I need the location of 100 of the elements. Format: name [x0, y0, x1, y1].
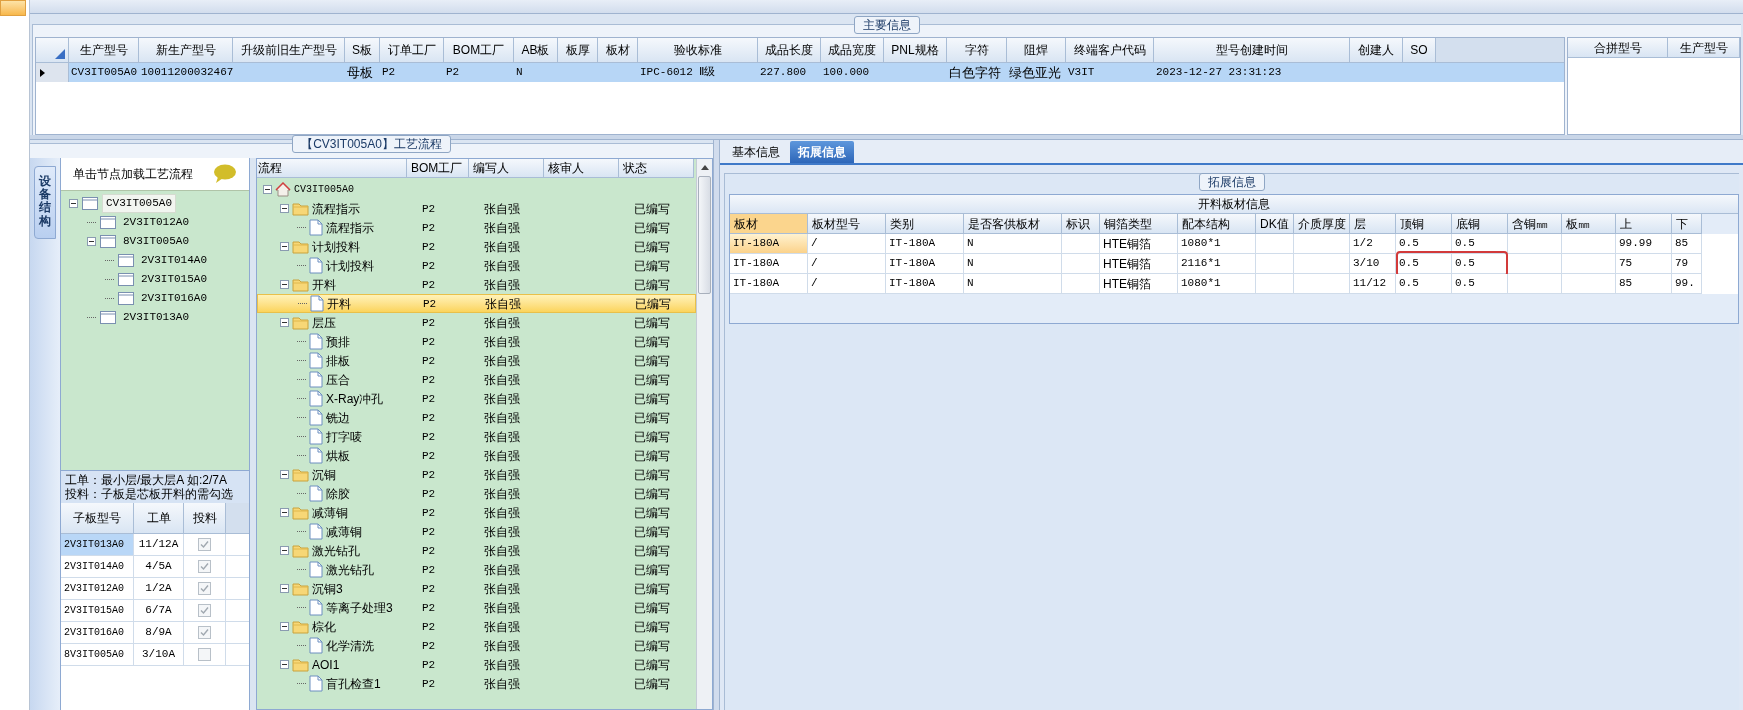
tree-row[interactable]: 开料 P2 张自强 已编写	[257, 294, 696, 313]
column-header[interactable]: DK值	[1256, 214, 1294, 234]
tree-row[interactable]: 流程指示 P2 张自强 已编写	[257, 218, 696, 237]
column-header[interactable]: PNL规格	[884, 38, 947, 63]
column-header[interactable]: 介质厚度	[1294, 214, 1350, 234]
tree-node[interactable]: 2V3IT014A0	[138, 252, 210, 269]
column-header[interactable]: S板	[345, 38, 380, 63]
collapse-icon[interactable]	[280, 318, 289, 327]
scrollbar-thumb[interactable]	[698, 176, 711, 294]
scrollbar[interactable]	[696, 159, 712, 709]
tree-row[interactable]: 预排 P2 张自强 已编写	[257, 332, 696, 351]
column-header[interactable]: SO	[1403, 38, 1436, 63]
column-header[interactable]: 底铜	[1452, 214, 1508, 234]
column-header[interactable]: 新生产型号	[139, 38, 233, 63]
column-header[interactable]: 板厚	[558, 38, 598, 63]
column-header[interactable]: 上	[1616, 214, 1672, 234]
column-header[interactable]: 流程	[257, 159, 407, 178]
checkbox[interactable]	[198, 538, 211, 551]
column-header[interactable]: 型号创建时间	[1154, 38, 1350, 63]
column-header[interactable]: 顶铜	[1396, 214, 1452, 234]
table-row[interactable]: IT-180A / IT-180A N HTE铜箔 1080*1 11/12 0.5 0.5 85 99.	[730, 274, 1738, 294]
column-header[interactable]: 标识	[1062, 214, 1100, 234]
column-header[interactable]: 订单工厂	[380, 38, 444, 63]
tree-node[interactable]: 2V3IT015A0	[138, 271, 210, 288]
collapse-icon[interactable]	[280, 660, 289, 669]
column-header[interactable]: 工单	[134, 503, 184, 534]
table-cell[interactable]: IT-180A	[730, 254, 808, 274]
tree-row[interactable]: 除胶 P2 张自强 已编写	[257, 484, 696, 503]
column-header[interactable]: 成品长度	[758, 38, 821, 63]
tree-row[interactable]: 计划投料 P2 张自强 已编写	[257, 237, 696, 256]
tree-row[interactable]: AOI1 P2 张自强 已编写	[257, 655, 696, 674]
tree-row[interactable]: 流程指示 P2 张自强 已编写	[257, 199, 696, 218]
table-cell[interactable]: 8V3IT005A0	[61, 644, 134, 665]
column-header[interactable]: 类别	[886, 214, 964, 234]
column-header[interactable]: 板材	[730, 214, 808, 234]
tree-node[interactable]: 2V3IT016A0	[138, 290, 210, 307]
collapse-icon[interactable]	[280, 584, 289, 593]
column-header[interactable]: 配本结构	[1178, 214, 1256, 234]
table-cell[interactable]: 2V3IT015A0	[61, 600, 134, 621]
column-header[interactable]: 验收标准	[638, 38, 758, 63]
column-header[interactable]: 终端客户代码	[1066, 38, 1154, 63]
checkbox[interactable]	[198, 582, 211, 595]
tree-row[interactable]: 压合 P2 张自强 已编写	[257, 370, 696, 389]
tree-row[interactable]: 烘板 P2 张自强 已编写	[257, 446, 696, 465]
table-row[interactable]: IT-180A / IT-180A N HTE铜箔 2116*1 3/10 0.5 0.5 75 79	[730, 254, 1738, 274]
column-header[interactable]: 升级前旧生产型号	[233, 38, 345, 63]
collapse-icon[interactable]	[280, 470, 289, 479]
tree-row[interactable]: 打字唛 P2 张自强 已编写	[257, 427, 696, 446]
tree-row[interactable]: 计划投料 P2 张自强 已编写	[257, 256, 696, 275]
table-cell[interactable]: 2V3IT014A0	[61, 556, 134, 577]
table-cell[interactable]: 2V3IT012A0	[61, 578, 134, 599]
tree-node[interactable]: 8V3IT005A0	[120, 233, 192, 250]
column-header[interactable]: 板材型号	[808, 214, 886, 234]
column-header[interactable]: 含铜㎜	[1508, 214, 1562, 234]
column-header[interactable]: 阻焊	[1007, 38, 1066, 63]
tree-row[interactable]: 激光钻孔 P2 张自强 已编写	[257, 541, 696, 560]
collapse-icon[interactable]	[69, 199, 78, 208]
tree-row[interactable]: 盲孔检查1 P2 张自强 已编写	[257, 674, 696, 693]
table-cell[interactable]: 2V3IT013A0	[61, 534, 134, 555]
column-header[interactable]: 是否客供板材	[964, 214, 1062, 234]
checkbox[interactable]	[198, 560, 211, 573]
column-header[interactable]: BOM工厂	[444, 38, 514, 63]
tab[interactable]: 拓展信息	[790, 141, 854, 163]
tree-node[interactable]: CV3IT005A0	[102, 194, 176, 213]
column-header[interactable]: 核审人	[544, 159, 619, 178]
collapse-icon[interactable]	[280, 546, 289, 555]
column-header[interactable]: 铜箔类型	[1100, 214, 1178, 234]
tree-row[interactable]: 减薄铜 P2 张自强 已编写	[257, 522, 696, 541]
side-tab[interactable]: 设备结构	[34, 166, 56, 239]
tree-row[interactable]: 开料 P2 张自强 已编写	[257, 275, 696, 294]
tree-row[interactable]: 铣边 P2 张自强 已编写	[257, 408, 696, 427]
tree-node[interactable]: 2V3IT012A0	[120, 214, 192, 231]
column-header[interactable]: 板㎜	[1562, 214, 1616, 234]
table-cell[interactable]: IT-180A	[730, 274, 808, 294]
tree-row[interactable]: 减薄铜 P2 张自强 已编写	[257, 503, 696, 522]
column-header[interactable]: 字符	[947, 38, 1007, 63]
scroll-up-icon[interactable]	[700, 165, 709, 170]
column-header[interactable]: BOM工厂	[407, 159, 469, 178]
tree-row[interactable]: 沉铜3 P2 张自强 已编写	[257, 579, 696, 598]
column-header[interactable]: 投料	[184, 503, 226, 534]
collapse-icon[interactable]	[263, 185, 272, 194]
collapse-icon[interactable]	[280, 622, 289, 631]
collapse-icon[interactable]	[280, 242, 289, 251]
checkbox[interactable]	[198, 648, 211, 661]
column-header[interactable]: 创建人	[1350, 38, 1403, 63]
tree-row[interactable]: 沉铜 P2 张自强 已编写	[257, 465, 696, 484]
collapse-icon[interactable]	[280, 280, 289, 289]
table-row[interactable]: IT-180A / IT-180A N HTE铜箔 1080*1 1/2 0.5 0.5 99.99 85	[730, 234, 1738, 254]
collapse-icon[interactable]	[280, 508, 289, 517]
table-row[interactable]: CV3IT005A0 10011200032467 母板 P2 P2 N IPC-6012 Ⅱ级 227.800 100.000 白色字符 绿色亚光 V3IT 2023-12-27 23:31:23	[36, 63, 1564, 82]
tree-row[interactable]: 化学清洗 P2 张自强 已编写	[257, 636, 696, 655]
column-header[interactable]: 层	[1350, 214, 1396, 234]
tree-row[interactable]: X-Ray冲孔 P2 张自强 已编写	[257, 389, 696, 408]
tree-row[interactable]: 激光钻孔 P2 张自强 已编写	[257, 560, 696, 579]
tree-row[interactable]: 层压 P2 张自强 已编写	[257, 313, 696, 332]
table-cell[interactable]: IT-180A	[730, 234, 808, 254]
tree-row[interactable]: CV3IT005A0	[257, 180, 696, 199]
column-header[interactable]: 生产型号	[1668, 38, 1740, 58]
column-header[interactable]: 成品宽度	[821, 38, 884, 63]
table-cell[interactable]: 2V3IT016A0	[61, 622, 134, 643]
